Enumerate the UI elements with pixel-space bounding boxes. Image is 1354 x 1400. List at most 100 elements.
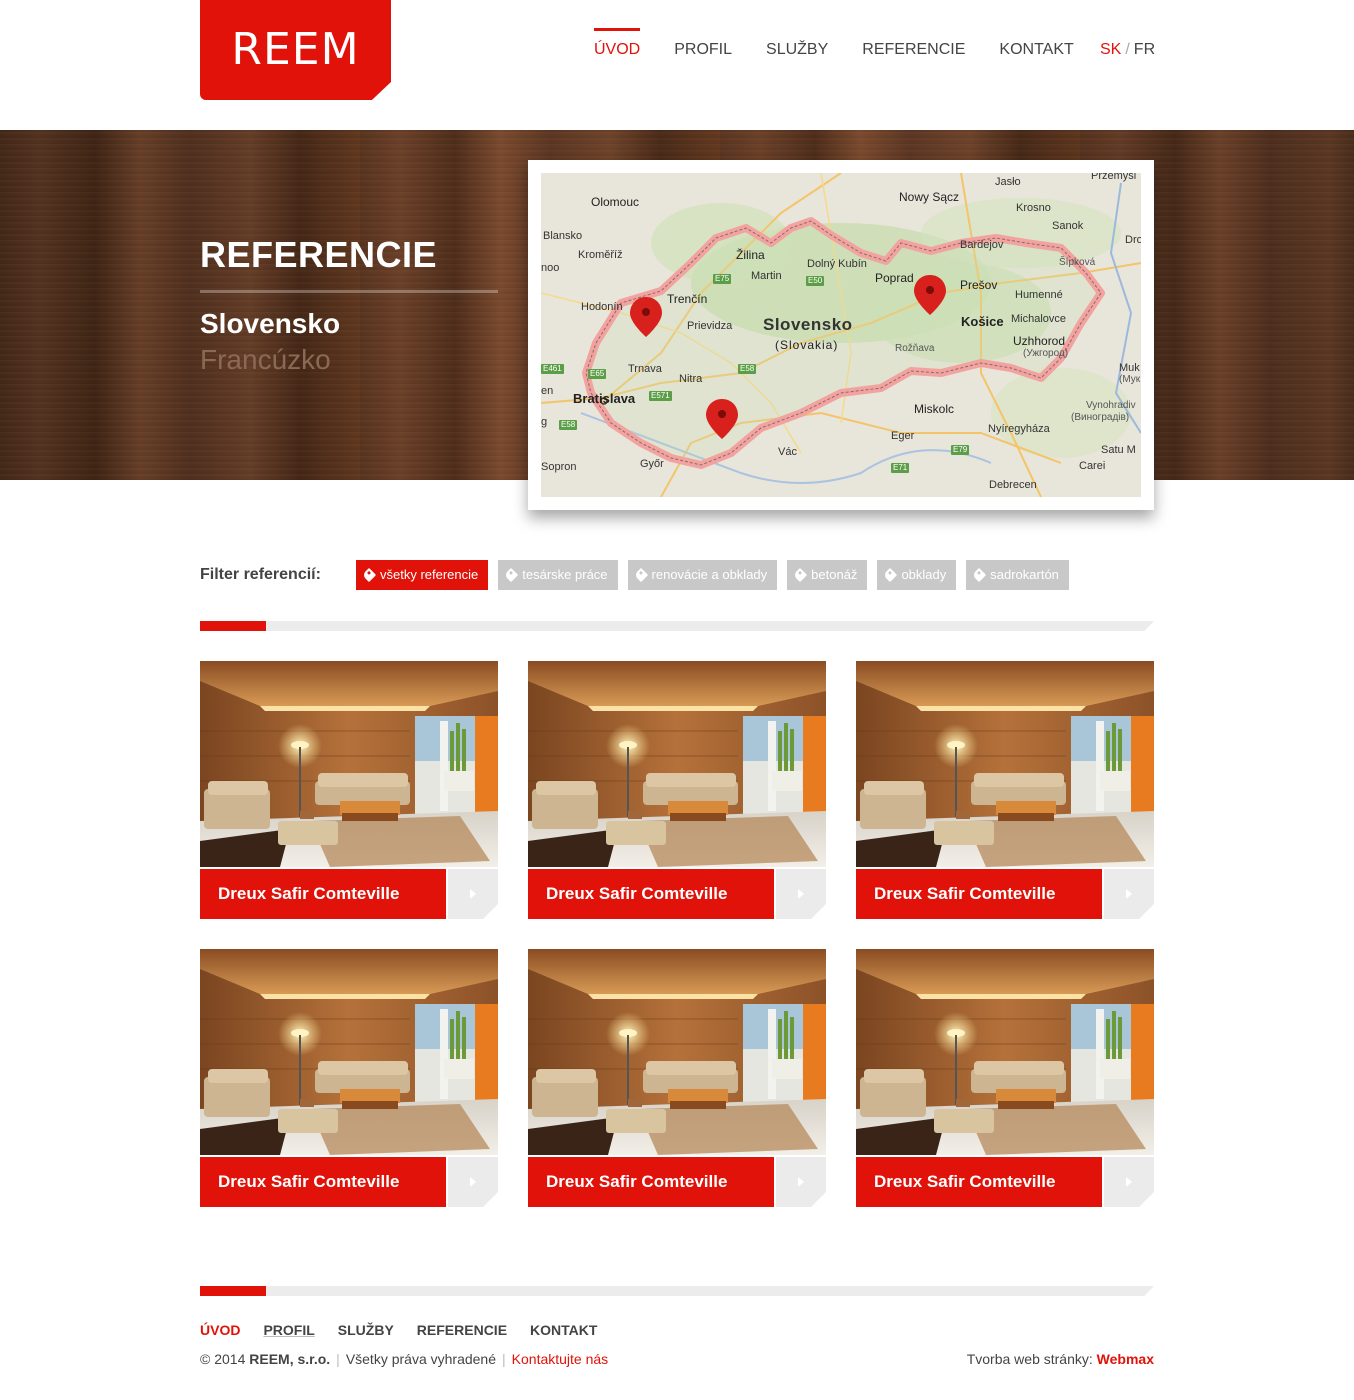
nav-item-kontakt[interactable]: KONTAKT (999, 40, 1073, 60)
nav-item-uvod[interactable]: ÚVOD (594, 28, 641, 60)
credit-prefix: Tvorba web stránky: (966, 1351, 1093, 1367)
reference-card[interactable]: Dreux Safir Comteville (200, 949, 498, 1207)
map-city: Košice (961, 314, 1004, 329)
map-city: Debrecen (989, 479, 1037, 491)
reference-title[interactable]: Dreux Safir Comteville (200, 1157, 446, 1207)
credit-brand-link[interactable]: Webmax (1097, 1351, 1154, 1367)
map-city: Bardejov (960, 239, 1004, 251)
map-city: Blansko (543, 230, 583, 242)
road-badge: E79 (951, 445, 970, 455)
road-badge: E571 (649, 391, 672, 401)
reference-card[interactable]: Dreux Safir Comteville (528, 661, 826, 919)
map-city: Humenné (1015, 289, 1063, 301)
reference-image[interactable] (528, 949, 826, 1155)
map-city: Trenčín (667, 292, 708, 306)
reference-card[interactable]: Dreux Safir Comteville (856, 661, 1154, 919)
map-city: Žilina (736, 248, 765, 262)
nav-item-sluzby[interactable]: SLUŽBY (766, 40, 828, 60)
arrow-right-icon[interactable] (1104, 1157, 1154, 1207)
footer-nav-uvod[interactable]: ÚVOD (200, 1322, 240, 1338)
reference-title[interactable]: Dreux Safir Comteville (200, 869, 446, 919)
map-city: Uzhhorod (1013, 334, 1066, 348)
map-city: Carei (1079, 460, 1106, 472)
filter-tag-tesarske[interactable]: tesárske práce (498, 560, 618, 590)
page-title: REFERENCIE (200, 234, 438, 275)
map-city: Martin (751, 270, 782, 282)
road-badge: E75 (713, 274, 732, 284)
map-city: Kroměříž (578, 249, 623, 261)
map-city: Miskolc (914, 402, 955, 416)
site-credit: Tvorba web stránky: Webmax (967, 1351, 1154, 1367)
footer-nav-referencie[interactable]: REFERENCIE (417, 1322, 507, 1338)
map-city: Rožňava (895, 343, 935, 354)
reference-image[interactable] (856, 661, 1154, 867)
map-country-sublabel: (Slovakia) (775, 338, 839, 352)
road-badge: E58 (559, 420, 578, 430)
reference-title[interactable]: Dreux Safir Comteville (856, 1157, 1102, 1207)
site-header: REEM ÚVOD PROFIL SLUŽBY REFERENCIE KONTA… (0, 0, 1354, 130)
map-city: (Виноградів) (1071, 412, 1130, 423)
filter-tag-renovacie[interactable]: renovácie a obklady (627, 560, 778, 590)
footer-nav-kontakt[interactable]: KONTAKT (530, 1322, 597, 1338)
map-city: Šípková (1059, 257, 1096, 268)
map-city: (Мук (1119, 374, 1141, 385)
arrow-right-icon[interactable] (448, 869, 498, 919)
map-city: Muk (1119, 362, 1140, 374)
reference-title[interactable]: Dreux Safir Comteville (856, 869, 1102, 919)
filter-tag-label: obklady (901, 567, 947, 582)
reference-image[interactable] (856, 949, 1154, 1155)
map-city: en (541, 385, 554, 397)
tag-icon (361, 567, 377, 583)
filter-tag-all[interactable]: všetky referencie (356, 560, 489, 590)
road-badge: E50 (806, 276, 825, 286)
reference-image[interactable] (200, 949, 498, 1155)
hero-divider (200, 290, 498, 293)
arrow-right-icon[interactable] (1104, 869, 1154, 919)
tag-icon (883, 567, 898, 583)
footer-nav: ÚVOD PROFIL SLUŽBY REFERENCIE KONTAKT (200, 1322, 620, 1338)
logo[interactable]: REEM (200, 0, 391, 100)
reference-title[interactable]: Dreux Safir Comteville (528, 869, 774, 919)
map-city: Dolný Kubín (807, 258, 867, 270)
footer-divider (200, 1286, 1154, 1296)
country-link-slovensko[interactable]: Slovensko (200, 308, 340, 340)
road-badge: E65 (588, 369, 607, 379)
main-nav: ÚVOD PROFIL SLUŽBY REFERENCIE KONTAKT (594, 28, 1108, 60)
map-city: Olomouc (591, 195, 640, 209)
copyright: © 2014 REEM, s.r.o. | Všetky práva vyhrade… (200, 1351, 609, 1367)
lang-sk-link[interactable]: SK (1100, 41, 1121, 58)
tag-icon (504, 567, 519, 583)
tag-icon (972, 567, 987, 583)
footer-nav-sluzby[interactable]: SLUŽBY (338, 1322, 394, 1338)
filter-tag-label: renovácie a obklady (651, 567, 768, 582)
reference-image[interactable] (200, 661, 498, 867)
nav-item-referencie[interactable]: REFERENCIE (862, 40, 965, 60)
reference-title[interactable]: Dreux Safir Comteville (528, 1157, 774, 1207)
arrow-right-icon[interactable] (776, 869, 826, 919)
language-switcher: SK / FR (1100, 40, 1155, 60)
road-badge: E58 (738, 364, 757, 374)
map-city: Nitra (679, 373, 703, 385)
contact-link[interactable]: Kontaktujte nás (512, 1351, 609, 1367)
footer-nav-profil[interactable]: PROFIL (263, 1322, 314, 1338)
logo-text: REEM (231, 24, 360, 75)
arrow-right-icon[interactable] (776, 1157, 826, 1207)
arrow-right-icon[interactable] (448, 1157, 498, 1207)
tag-icon (793, 567, 808, 583)
reference-card[interactable]: Dreux Safir Comteville (856, 949, 1154, 1207)
filter-tag-betonaz[interactable]: betonáž (787, 560, 868, 590)
road-badge: E461 (541, 364, 564, 374)
reference-image[interactable] (528, 661, 826, 867)
country-link-francuzko[interactable]: Francúzko (200, 344, 331, 376)
reference-card[interactable]: Dreux Safir Comteville (528, 949, 826, 1207)
reference-map[interactable]: Slovensko (Slovakia) Olomouc Blansko Kro… (541, 173, 1141, 497)
filter-tag-label: betonáž (811, 567, 858, 582)
filter-tag-label: tesárske práce (522, 567, 608, 582)
filter-tag-obklady[interactable]: obklady (877, 560, 957, 590)
reference-card[interactable]: Dreux Safir Comteville (200, 661, 498, 919)
map-city: Sanok (1052, 220, 1084, 232)
company-name: REEM, s.r.o. (249, 1351, 331, 1367)
nav-item-profil[interactable]: PROFIL (674, 40, 732, 60)
filter-tag-sadrokarton[interactable]: sadrokartón (966, 560, 1069, 590)
lang-fr-link[interactable]: FR (1134, 41, 1155, 58)
